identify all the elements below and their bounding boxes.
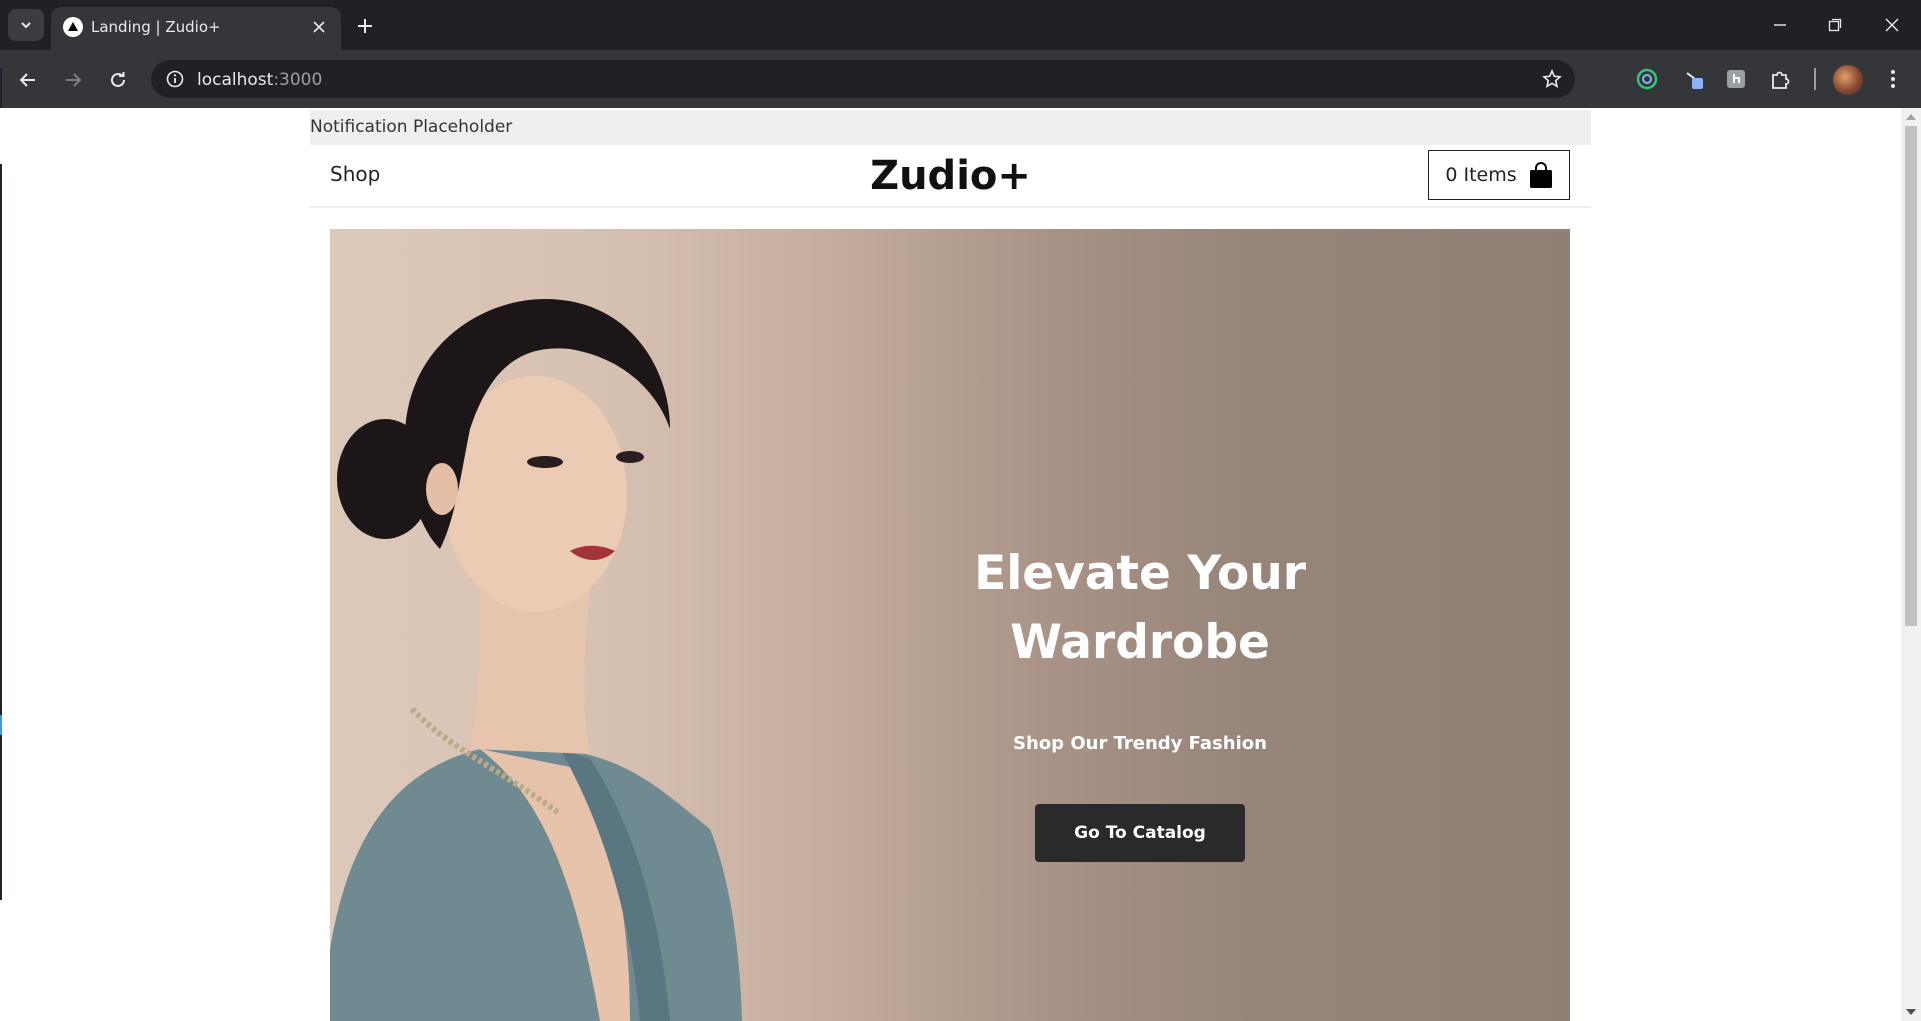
tab-title: Landing | Zudio+	[91, 18, 221, 36]
reload-button[interactable]	[102, 64, 134, 96]
browser-titlebar: Landing | Zudio+	[0, 0, 1921, 50]
extension-touch-icon[interactable]	[1721, 64, 1751, 94]
extensions-puzzle-icon[interactable]	[1766, 64, 1796, 94]
left-edge-rule	[0, 68, 2, 900]
restore-icon	[1828, 18, 1842, 32]
forward-button[interactable]	[57, 64, 89, 96]
restore-button[interactable]	[1807, 0, 1863, 50]
cart-count-label: 0 Items	[1445, 164, 1517, 186]
back-icon	[19, 73, 35, 87]
toolbar-divider	[1814, 68, 1816, 90]
tab-close-button[interactable]	[307, 15, 331, 39]
hero-title-line1: Elevate Your	[974, 546, 1306, 601]
menu-icon	[1891, 70, 1895, 88]
notification-bar: Notification Placeholder	[310, 110, 1591, 145]
chevron-down-icon	[21, 22, 31, 29]
profile-avatar[interactable]	[1833, 65, 1863, 95]
star-icon[interactable]	[1541, 68, 1563, 90]
hero-model-image	[330, 299, 742, 1021]
page-scrollbar[interactable]	[1901, 108, 1921, 1021]
url-text[interactable]: localhost:3000	[197, 70, 322, 90]
info-icon[interactable]	[165, 69, 185, 89]
scroll-up-arrow-icon[interactable]	[1905, 111, 1917, 123]
back-button[interactable]	[12, 64, 44, 96]
hero-title: Elevate Your Wardrobe	[930, 539, 1350, 677]
site-header: Shop Zudio+ 0 Items	[310, 145, 1591, 208]
tab-search-button[interactable]	[8, 9, 44, 41]
extension-green-icon[interactable]	[1632, 64, 1662, 94]
url-host: localhost	[197, 70, 274, 90]
window-close-button[interactable]	[1864, 0, 1920, 50]
forward-icon	[66, 73, 82, 87]
minimize-button[interactable]	[1752, 0, 1808, 50]
browser-toolbar: localhost:3000	[0, 50, 1921, 108]
close-icon	[313, 21, 325, 33]
hero-title-line2: Wardrobe	[1010, 615, 1270, 670]
shop-link[interactable]: Shop	[330, 162, 380, 186]
hero-subtitle: Shop Our Trendy Fashion	[1013, 733, 1267, 754]
scroll-down-arrow-icon[interactable]	[1905, 1006, 1917, 1018]
window-close-icon	[1885, 18, 1899, 32]
hero-text: Elevate Your Wardrobe Shop Our Trendy Fa…	[930, 539, 1350, 862]
extension-picker-icon[interactable]	[1680, 64, 1710, 94]
favicon-icon	[63, 17, 83, 37]
plus-icon	[358, 19, 372, 33]
page-container: Notification Placeholder Shop Zudio+ 0 I…	[310, 108, 1591, 1021]
page-viewport: Notification Placeholder Shop Zudio+ 0 I…	[0, 108, 1921, 1021]
browser-menu-button[interactable]	[1878, 64, 1908, 94]
scroll-thumb[interactable]	[1905, 126, 1917, 626]
go-to-catalog-button[interactable]: Go To Catalog	[1035, 804, 1245, 862]
left-edge-gap	[0, 108, 2, 164]
cart-button[interactable]: 0 Items	[1428, 150, 1570, 200]
brand-logo: Zudio+	[870, 153, 1031, 199]
reload-icon	[111, 72, 125, 87]
address-bar[interactable]: localhost:3000	[151, 60, 1575, 98]
browser-tab[interactable]: Landing | Zudio+	[51, 7, 341, 50]
hero-banner: Elevate Your Wardrobe Shop Our Trendy Fa…	[330, 229, 1570, 1021]
minimize-icon	[1774, 24, 1786, 26]
url-port: :3000	[273, 70, 323, 90]
left-edge-accent	[0, 715, 2, 735]
shopping-bag-icon	[1529, 162, 1552, 188]
new-tab-button[interactable]	[350, 12, 380, 40]
